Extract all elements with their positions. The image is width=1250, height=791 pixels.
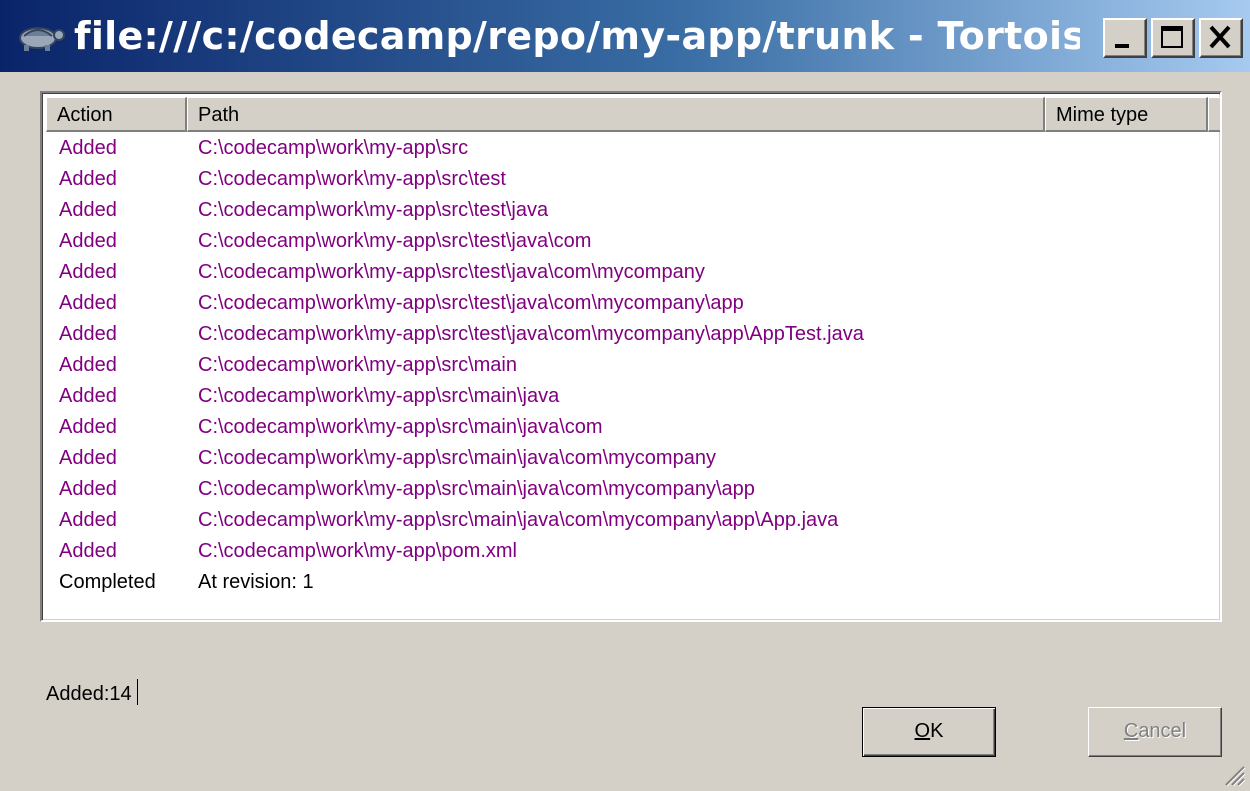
list-item-action: Added: [59, 416, 117, 438]
window-title: file:///c:/codecamp/repo/my-app/trunk - …: [74, 14, 1080, 58]
list-item-action: Added: [59, 385, 117, 407]
title-bar[interactable]: file:///c:/codecamp/repo/my-app/trunk - …: [0, 0, 1250, 72]
added-count-label: Added:14: [46, 683, 132, 705]
list-rows: Added C:\codecamp\work\my-app\src Added C:\…: [46, 133, 1218, 598]
list-item-path: C:\codecamp\work\my-app\src\main: [198, 354, 517, 376]
list-header: Action Path Mime type: [46, 97, 1220, 132]
list-item-path: C:\codecamp\work\my-app\pom.xml: [198, 540, 517, 562]
column-header-path[interactable]: Path: [187, 97, 1045, 132]
list-item-path: C:\codecamp\work\my-app\src\main\java\co…: [198, 478, 755, 500]
list-item-path: C:\codecamp\work\my-app\src\test\java\co…: [198, 323, 864, 345]
list-item[interactable]: Completed At revision: 1: [46, 567, 1218, 598]
ok-button-label: OK: [914, 720, 944, 742]
list-item-action: Added: [59, 509, 117, 531]
list-item-action: Added: [59, 261, 117, 283]
list-item[interactable]: Added C:\codecamp\work\my-app\src\main\ja…: [46, 443, 1218, 474]
text-caret: [136, 679, 138, 705]
list-item-path: C:\codecamp\work\my-app\src\main\java\co…: [198, 447, 716, 469]
list-item-path: C:\codecamp\work\my-app\src\test\java\co…: [198, 292, 744, 314]
list-item-path: C:\codecamp\work\my-app\src\main\java\co…: [198, 416, 603, 438]
list-item-action: Completed: [59, 571, 156, 593]
list-item[interactable]: Added C:\codecamp\work\my-app\src\test\ja…: [46, 288, 1218, 319]
list-item-action: Added: [59, 230, 117, 252]
list-item[interactable]: Added C:\codecamp\work\my-app\src\test\ja…: [46, 257, 1218, 288]
list-item-path: C:\codecamp\work\my-app\src\main\java\co…: [198, 509, 839, 531]
list-item-path: C:\codecamp\work\my-app\src\test\java: [198, 199, 549, 221]
tortoise-icon: [19, 27, 65, 51]
list-item[interactable]: Added C:\codecamp\work\my-app\src\test: [46, 164, 1218, 195]
list-item[interactable]: Added C:\codecamp\work\my-app\src: [46, 133, 1218, 164]
summary-text: Added:14: [46, 679, 138, 708]
minimize-button[interactable]: [1103, 18, 1147, 58]
list-item-path: C:\codecamp\work\my-app\src: [198, 137, 469, 159]
list-item-path: C:\codecamp\work\my-app\src\test\java\co…: [198, 230, 592, 252]
list-item[interactable]: Added C:\codecamp\work\my-app\src\main\ja…: [46, 474, 1218, 505]
minimize-icon: [1115, 44, 1129, 48]
list-item[interactable]: Added C:\codecamp\work\my-app\src\test\ja…: [46, 226, 1218, 257]
list-item-action: Added: [59, 354, 117, 376]
list-item-action: Added: [59, 168, 117, 190]
list-item-action: Added: [59, 323, 117, 345]
list-item[interactable]: Added C:\codecamp\work\my-app\src\test\ja…: [46, 195, 1218, 226]
list-item[interactable]: Added C:\codecamp\work\my-app\src\test\ja…: [46, 319, 1218, 350]
list-item-action: Added: [59, 447, 117, 469]
list-item[interactable]: Added C:\codecamp\work\my-app\src\main\ja…: [46, 412, 1218, 443]
list-item-action: Added: [59, 292, 117, 314]
close-button[interactable]: [1199, 18, 1243, 58]
list-item[interactable]: Added C:\codecamp\work\my-app\src\main\ja…: [46, 505, 1218, 536]
list-item-path: C:\codecamp\work\my-app\src\main\java: [198, 385, 560, 407]
list-item-path: C:\codecamp\work\my-app\src\test: [198, 168, 506, 190]
cancel-button[interactable]: Cancel: [1088, 707, 1222, 757]
list-item[interactable]: Added C:\codecamp\work\my-app\src\main: [46, 350, 1218, 381]
maximize-button[interactable]: [1151, 18, 1195, 58]
list-item-action: Added: [59, 540, 117, 562]
column-header-mime-type[interactable]: Mime type: [1045, 97, 1208, 132]
list-item-path: At revision: 1: [198, 571, 314, 593]
list-item-path: C:\codecamp\work\my-app\src\test\java\co…: [198, 261, 705, 283]
list-item[interactable]: Added C:\codecamp\work\my-app\src\main\ja…: [46, 381, 1218, 412]
ok-button[interactable]: OK: [862, 707, 996, 757]
list-item-action: Added: [59, 137, 117, 159]
list-item[interactable]: Added C:\codecamp\work\my-app\pom.xml: [46, 536, 1218, 567]
list-item-action: Added: [59, 478, 117, 500]
column-header-action[interactable]: Action: [46, 97, 187, 132]
cancel-button-label: Cancel: [1123, 720, 1187, 742]
maximize-icon: [1161, 26, 1183, 48]
close-icon: [1209, 25, 1231, 49]
results-list[interactable]: Action Path Mime type Added C:\codecamp\w…: [40, 91, 1222, 622]
resize-grip-icon[interactable]: [1220, 761, 1246, 787]
column-header-filler: [1208, 97, 1220, 132]
list-item-action: Added: [59, 199, 117, 221]
